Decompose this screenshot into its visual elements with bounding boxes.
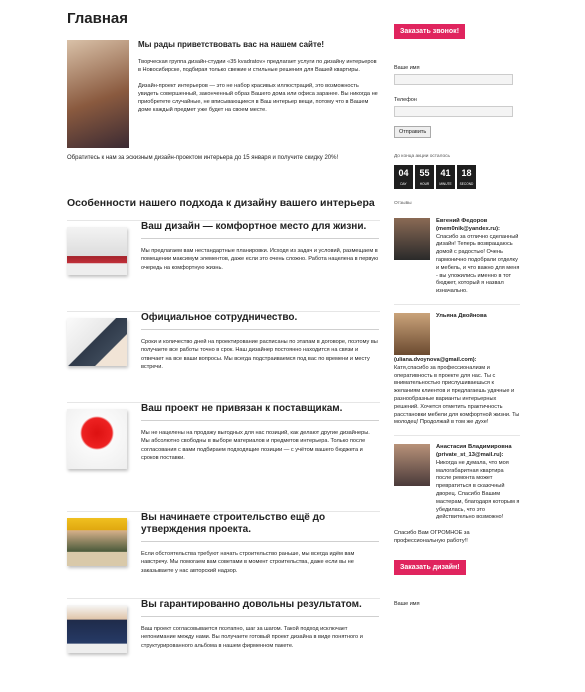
review-text-2: Спасибо Вам ОГРОМНОЕ за профессиональную… <box>394 530 470 544</box>
timer-cell: 41 MINUTE <box>436 165 455 189</box>
send-button[interactable]: Отправить <box>394 126 432 138</box>
main-content: Главная Мы рады приветствовать вас на на… <box>67 8 380 679</box>
feature-item: Вы начинаете строительство ещё до утверж… <box>67 511 380 598</box>
review-text: Спасибо за отлично сделанный дизайн! Теп… <box>436 233 520 295</box>
phone-input[interactable] <box>394 106 513 117</box>
review-item: Евгений Федоров (mem0nik@yandex.ru): Спа… <box>394 218 520 305</box>
feature-title: Официальное сотрудничество. <box>141 312 298 323</box>
feature-text: Мы предлагаем вам нестандартные планиров… <box>141 248 379 271</box>
name-label: Ваше имя <box>394 65 420 71</box>
sidebar: Заказать звонок! Ваше имя Телефон Отправ… <box>394 20 520 607</box>
feature-text: Сроки и количество дней на проектировани… <box>141 339 378 370</box>
feature-title: Ваш проект не привязан к поставщикам. <box>141 403 343 414</box>
avatar <box>394 312 430 355</box>
intro-photo <box>67 40 129 148</box>
promo-text: Обратитесь к нам за эскизным дизайн-прое… <box>67 155 339 161</box>
feature-image <box>67 227 127 275</box>
countdown-timer: 04 DAY 55 HOUR 41 MINUTE 18 SECOND <box>394 165 520 189</box>
order-call-button[interactable]: Заказать звонок! <box>394 24 466 39</box>
intro-block: Мы рады приветствовать вас на нашем сайт… <box>67 40 380 148</box>
feature-title: Вы начинаете строительство ещё до утверж… <box>141 512 326 535</box>
intro-paragraph: Дизайн-проект интерьеров — это не набор … <box>138 82 378 114</box>
avatar <box>394 218 430 260</box>
review-text: Катя,спасибо за профессионализм и операт… <box>394 364 520 426</box>
feature-image <box>67 518 127 566</box>
feature-text: Если обстоятельства требуют начать строи… <box>141 551 355 574</box>
feature-title: Ваш дизайн — комфортное место для жизни. <box>141 221 367 232</box>
feature-image <box>67 605 127 653</box>
name-label: Ваше имя <box>394 600 420 607</box>
review-text: Никогда не думала, что моя малогабаритна… <box>436 459 520 521</box>
intro-paragraph: Творческая группа дизайн-студии «35 kvad… <box>138 59 377 74</box>
review-email: (uliana.dvoynova@gmail.com): <box>394 356 477 363</box>
review-author: Ульяна Двойнова <box>436 312 487 319</box>
timer-caption: До конца акции осталось <box>394 154 451 159</box>
avatar <box>394 444 430 487</box>
feature-item: Ваш дизайн — комфортное место для жизни.… <box>67 220 380 311</box>
section-title: Особенности нашего подхода к дизайну ваш… <box>67 197 375 209</box>
timer-cell: 55 HOUR <box>415 165 434 189</box>
feature-image <box>67 318 127 366</box>
feature-image <box>67 409 127 469</box>
review-item: Анастасия Владимировна (private_st_13@ma… <box>394 444 520 554</box>
feature-item: Вы гарантированно довольны результатом. … <box>67 598 380 679</box>
name-input[interactable] <box>394 74 513 85</box>
feature-title: Вы гарантированно довольны результатом. <box>141 599 362 610</box>
page-title: Главная <box>67 10 129 27</box>
reviews-label: Отзывы <box>394 201 412 206</box>
feature-text: Мы не нацелены на продажу выгодных для н… <box>141 430 370 461</box>
phone-label: Телефон <box>394 97 417 103</box>
feature-item: Официальное сотрудничество. Сроки и коли… <box>67 311 380 402</box>
review-item: Ульяна Двойнова (uliana.dvoynova@gmail.c… <box>394 312 520 437</box>
review-author: Анастасия Владимировна (private_st_13@ma… <box>436 444 512 458</box>
feature-item: Ваш проект не привязан к поставщикам. Мы… <box>67 402 380 511</box>
feature-text: Ваш проект согласовывается поэтапно, шаг… <box>141 626 363 649</box>
review-author: Евгений Федоров (mem0nik@yandex.ru): <box>436 218 500 232</box>
intro-heading: Мы рады приветствовать вас на нашем сайт… <box>138 40 324 49</box>
timer-cell: 04 DAY <box>394 165 413 189</box>
timer-cell: 18 SECOND <box>457 165 476 189</box>
order-design-button[interactable]: Заказать дизайн! <box>394 559 466 575</box>
